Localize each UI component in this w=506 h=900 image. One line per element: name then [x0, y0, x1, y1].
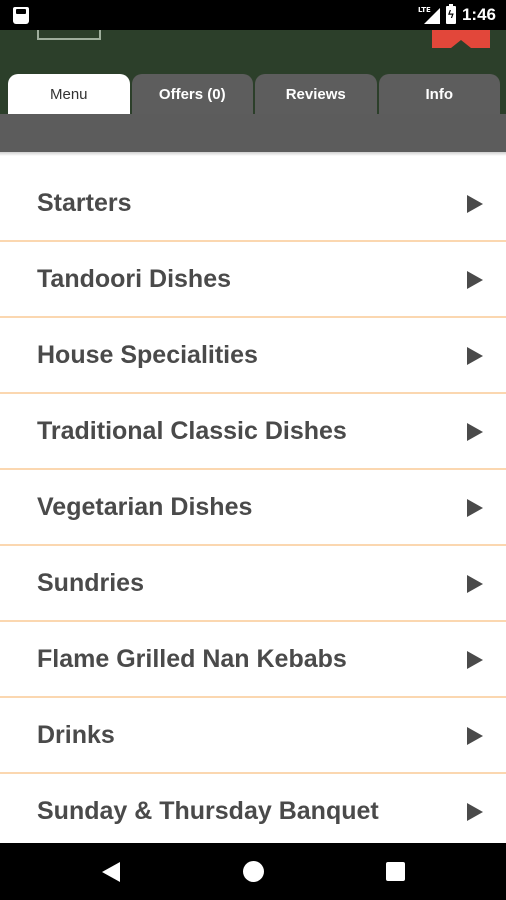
- menu-category-label: Starters: [37, 189, 132, 217]
- sd-card-icon: [13, 7, 29, 24]
- chevron-right-icon: [467, 347, 483, 365]
- tab-info[interactable]: Info: [378, 74, 500, 114]
- menu-category-drinks[interactable]: Drinks: [0, 698, 506, 774]
- menu-category-label: Drinks: [37, 721, 115, 749]
- chevron-right-icon: [467, 803, 483, 821]
- menu-category-tandoori-dishes[interactable]: Tandoori Dishes: [0, 242, 506, 318]
- menu-category-label: Traditional Classic Dishes: [37, 417, 347, 445]
- bookmark-ribbon-icon[interactable]: [432, 30, 490, 48]
- menu-category-label: Vegetarian Dishes: [37, 493, 253, 521]
- chevron-right-icon: [467, 271, 483, 289]
- menu-category-vegetarian-dishes[interactable]: Vegetarian Dishes: [0, 470, 506, 546]
- chevron-right-icon: [467, 727, 483, 745]
- charging-bolt-icon: ϟ: [447, 9, 454, 21]
- back-icon[interactable]: [102, 862, 120, 882]
- menu-category-sundries[interactable]: Sundries: [0, 546, 506, 622]
- battery-icon: ϟ: [445, 4, 456, 24]
- menu-category-label: Sundries: [37, 569, 144, 597]
- subbar-shadow: [0, 152, 506, 156]
- status-bar: LTE ϟ 1:46: [0, 0, 506, 30]
- menu-category-starters[interactable]: Starters: [0, 166, 506, 242]
- chevron-right-icon: [467, 423, 483, 441]
- chevron-right-icon: [467, 195, 483, 213]
- tab-offers[interactable]: Offers (0): [131, 74, 253, 114]
- menu-category-house-specialities[interactable]: House Specialities: [0, 318, 506, 394]
- home-icon[interactable]: [243, 861, 264, 882]
- app-screen: LTE ϟ 1:46 Menu Offers (0) Reviews Info …: [0, 0, 506, 900]
- system-navigation-bar: [0, 843, 506, 900]
- tab-content-header: [0, 114, 506, 152]
- menu-category-list: Starters Tandoori Dishes House Specialit…: [0, 166, 506, 850]
- menu-category-label: Flame Grilled Nan Kebabs: [37, 645, 347, 673]
- menu-category-sunday-thursday-banquet[interactable]: Sunday & Thursday Banquet: [0, 774, 506, 850]
- signal-icon: LTE: [418, 6, 440, 24]
- tab-reviews[interactable]: Reviews: [255, 74, 377, 114]
- status-time: 1:46: [461, 5, 496, 24]
- tab-menu[interactable]: Menu: [8, 74, 130, 114]
- chevron-right-icon: [467, 575, 483, 593]
- menu-category-label: Tandoori Dishes: [37, 265, 232, 293]
- menu-category-label: House Specialities: [37, 341, 258, 369]
- chevron-right-icon: [467, 499, 483, 517]
- menu-category-label: Sunday & Thursday Banquet: [37, 797, 379, 825]
- menu-category-flame-grilled-nan-kebabs[interactable]: Flame Grilled Nan Kebabs: [0, 622, 506, 698]
- recents-icon[interactable]: [386, 862, 405, 881]
- chevron-right-icon: [467, 651, 483, 669]
- status-icons: LTE ϟ 1:46: [418, 0, 496, 30]
- logo-frame: [37, 30, 101, 40]
- tab-bar: Menu Offers (0) Reviews Info: [8, 74, 500, 114]
- menu-category-traditional-classic-dishes[interactable]: Traditional Classic Dishes: [0, 394, 506, 470]
- signal-bars-icon: [423, 8, 440, 24]
